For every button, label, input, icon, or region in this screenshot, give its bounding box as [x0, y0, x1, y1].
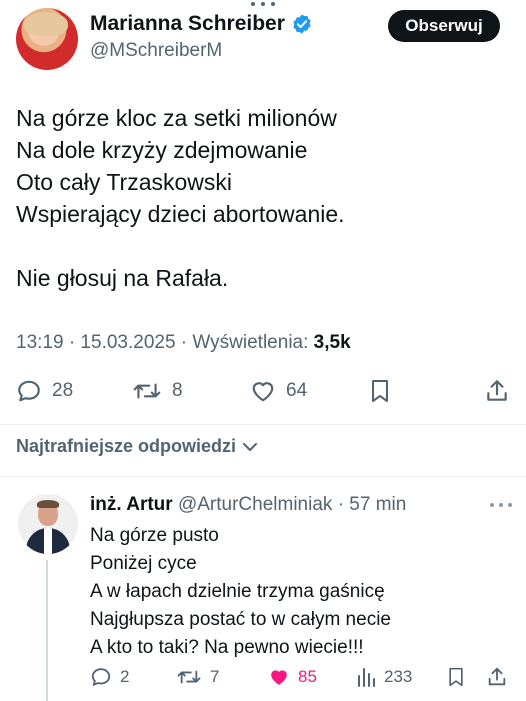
repost-count: 8: [172, 380, 183, 401]
tweet-line: Nie głosuj na Rafała.: [16, 265, 229, 291]
tweet-detail-view: Marianna Schreiber @MSchreiberM Obserwuj…: [0, 0, 526, 701]
tweet-text: Na górze kloc za setki milionów Na dole …: [16, 102, 496, 294]
author-handle[interactable]: @MSchreiberM: [90, 40, 222, 62]
tweet-actions: 28 8 64: [0, 374, 526, 410]
tweet-line: Na górze kloc za setki milionów: [16, 105, 337, 131]
heart-icon: [252, 382, 274, 402]
author-name-row: Marianna Schreiber: [90, 12, 313, 36]
reply-line: A w łapach dzielnie trzyma gaśnicę: [90, 581, 385, 602]
reply-line: A kto to taki? Na pewno wiecie!!!: [90, 637, 364, 658]
like-count: 64: [286, 380, 308, 401]
reply-author-handle[interactable]: @ArturChelminiak: [178, 494, 332, 515]
reply-action[interactable]: 28: [16, 378, 73, 404]
divider: [0, 424, 526, 425]
chevron-down-icon: [243, 442, 258, 451]
tweet-line: [16, 230, 496, 262]
reply-repost-count: 7: [210, 667, 220, 686]
divider: [0, 476, 526, 477]
reply-like-action[interactable]: 85: [268, 666, 317, 688]
reply-view-count: 233: [384, 667, 413, 686]
repost-icon: [177, 670, 201, 684]
reply-repost-action[interactable]: 7: [176, 666, 219, 688]
repost-icon: [133, 383, 161, 399]
reply-share-action[interactable]: [486, 666, 508, 688]
reply-reply-count: 2: [120, 667, 130, 686]
follow-button[interactable]: Obserwuj: [388, 10, 500, 42]
bookmark-icon: [372, 380, 388, 402]
reply-text: Na górze pusto Poniżej cyce A w łapach d…: [90, 522, 391, 662]
reply-line: Na górze pusto: [90, 525, 219, 546]
share-action[interactable]: [484, 378, 510, 404]
like-action[interactable]: 64: [250, 378, 307, 404]
author-avatar[interactable]: [16, 8, 78, 70]
reply-line: Poniżej cyce: [90, 553, 197, 574]
bookmark-icon: [449, 667, 463, 687]
reply-reply-action[interactable]: 2: [90, 666, 129, 688]
repost-action[interactable]: 8: [132, 378, 183, 404]
tweet-meta: 13:19 · 15.03.2025 · Wyświetlenia: 3,5k: [16, 332, 351, 354]
reply-header: inż. Artur @ArturChelminiak · 57 min: [90, 494, 406, 516]
replies-sort-toggle[interactable]: Najtrafniejsze odpowiedzi: [16, 436, 258, 457]
reply-line: Najgłupsza postać to w całym necie: [90, 609, 391, 630]
reply-like-count: 85: [298, 667, 317, 686]
reply-actions: 2 7 85 233: [0, 664, 526, 694]
tweet-line: Oto cały Trzaskowski: [16, 169, 232, 195]
reply-author-name[interactable]: inż. Artur: [90, 494, 173, 515]
replies-sort-label: Najtrafniejsze odpowiedzi: [16, 436, 237, 456]
verified-badge-icon: [293, 14, 311, 34]
reply-author-avatar[interactable]: [18, 494, 78, 554]
reply-icon: [91, 668, 111, 686]
reply-views-action[interactable]: 233: [356, 666, 412, 688]
analytics-icon: [358, 668, 375, 687]
share-icon: [487, 380, 507, 401]
tweet-line: Na dole krzyży zdejmowanie: [16, 137, 308, 163]
heart-filled-icon: [271, 670, 287, 685]
author-name[interactable]: Marianna Schreiber: [90, 12, 285, 36]
reply-count: 28: [52, 380, 74, 401]
sheet-grabber[interactable]: [251, 0, 275, 8]
reply-time[interactable]: · 57 min: [332, 494, 407, 515]
share-icon: [488, 667, 506, 686]
reply-icon: [18, 380, 40, 402]
view-count: 3,5k: [313, 332, 351, 353]
tweet-timestamp[interactable]: 13:19 · 15.03.2025 · Wyświetlenia:: [16, 332, 314, 353]
tweet-line: Wspierający dzieci abortowanie.: [16, 201, 345, 227]
reply-bookmark-action[interactable]: [446, 666, 466, 688]
bookmark-action[interactable]: [368, 378, 392, 404]
more-options-icon[interactable]: [490, 500, 514, 510]
